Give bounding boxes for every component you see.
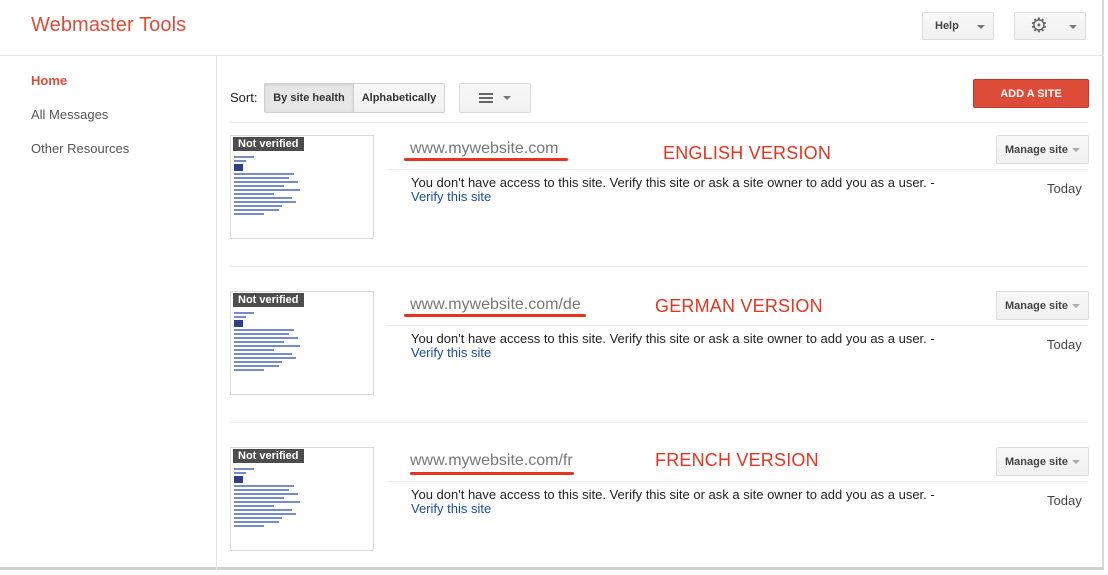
chevron-down-icon: [1072, 304, 1080, 308]
site-thumbnail[interactable]: Not verified: [230, 135, 374, 239]
access-message: You don't have access to this site. Veri…: [411, 487, 935, 502]
last-updated-date: Today: [1047, 493, 1082, 508]
verify-site-link[interactable]: Verify this site: [411, 501, 491, 516]
manage-site-label: Manage site: [1005, 455, 1068, 468]
gear-icon: ⚙: [1030, 15, 1048, 37]
sort-by-health-button[interactable]: By site health: [264, 83, 354, 113]
row-inner-divider: [386, 325, 1088, 326]
annotation-underline: [404, 314, 586, 317]
thumbnail-preview: [234, 156, 304, 217]
verify-site-link[interactable]: Verify this site: [411, 345, 491, 360]
settings-button[interactable]: ⚙: [1014, 12, 1086, 40]
manage-site-button[interactable]: Manage site: [996, 291, 1089, 320]
thumbnail-preview: [234, 312, 304, 373]
site-thumbnail[interactable]: Not verified: [230, 291, 374, 395]
annotation-underline: [404, 158, 568, 161]
last-updated-date: Today: [1047, 181, 1082, 196]
not-verified-badge: Not verified: [233, 293, 304, 307]
row-inner-divider: [386, 481, 1088, 482]
sidebar-item-all-messages[interactable]: All Messages: [31, 107, 108, 122]
manage-site-label: Manage site: [1005, 299, 1068, 312]
annotation-label: GERMAN VERSION: [655, 296, 823, 316]
not-verified-badge: Not verified: [233, 449, 304, 463]
annotation-label: ENGLISH VERSION: [663, 143, 832, 163]
row-divider: [230, 422, 1088, 423]
site-url-link[interactable]: www.mywebsite.com/de: [410, 296, 581, 314]
manage-site-label: Manage site: [1005, 143, 1068, 156]
app-window: Webmaster Tools Help ⚙ Home All Messages…: [0, 0, 1104, 570]
sort-label: Sort:: [230, 90, 258, 105]
sort-alphabetically-button[interactable]: Alphabetically: [353, 83, 445, 113]
view-mode-button[interactable]: [459, 83, 531, 113]
list-view-icon: [479, 92, 493, 104]
help-button[interactable]: Help: [922, 12, 994, 40]
sidebar-item-other-resources[interactable]: Other Resources: [31, 141, 129, 156]
add-site-button[interactable]: ADD A SITE: [973, 79, 1089, 108]
access-message: You don't have access to this site. Veri…: [411, 331, 935, 346]
row-inner-divider: [386, 169, 1088, 170]
annotation-underline: [410, 472, 574, 475]
sidebar: Home All Messages Other Resources: [0, 56, 217, 570]
help-button-label: Help: [935, 20, 959, 32]
thumbnail-preview: [234, 468, 304, 529]
site-thumbnail[interactable]: Not verified: [230, 447, 374, 551]
manage-site-button[interactable]: Manage site: [996, 135, 1089, 164]
annotation-label: FRENCH VERSION: [655, 450, 819, 470]
access-message: You don't have access to this site. Veri…: [411, 175, 935, 190]
chevron-down-icon: [1069, 25, 1077, 29]
chevron-down-icon: [977, 25, 985, 29]
manage-site-button[interactable]: Manage site: [996, 447, 1089, 476]
row-divider: [230, 266, 1088, 267]
sidebar-item-home[interactable]: Home: [31, 73, 67, 88]
header-bar: Webmaster Tools Help ⚙: [0, 0, 1104, 56]
row-divider: [230, 122, 1088, 123]
not-verified-badge: Not verified: [233, 137, 304, 151]
chevron-down-icon: [1072, 460, 1080, 464]
app-title[interactable]: Webmaster Tools: [31, 14, 186, 37]
site-url-link[interactable]: www.mywebsite.com/fr: [410, 452, 573, 470]
chevron-down-icon: [503, 96, 511, 100]
site-url-link[interactable]: www.mywebsite.com: [410, 140, 558, 158]
verify-site-link[interactable]: Verify this site: [411, 189, 491, 204]
chevron-down-icon: [1072, 148, 1080, 152]
last-updated-date: Today: [1047, 337, 1082, 352]
